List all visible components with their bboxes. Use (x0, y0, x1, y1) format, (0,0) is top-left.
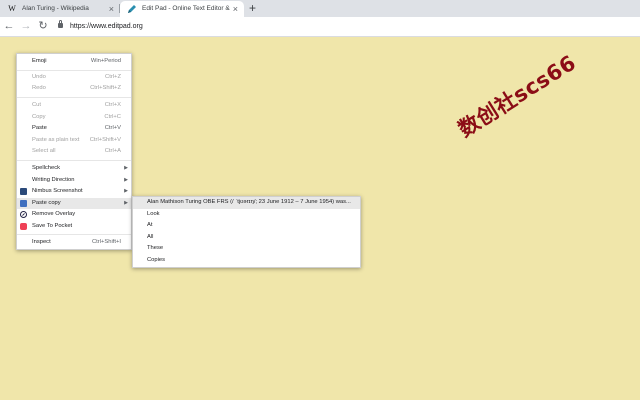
address-bar[interactable]: https://www.editpad.org (70, 19, 143, 34)
pocket-icon (20, 222, 27, 230)
menu-item-paste-plain-text[interactable]: Paste as plain text Ctrl+Shift+V (17, 135, 131, 146)
tab-alan-turing-wikipedia[interactable]: W Alan Turing - Wikipedia × (0, 1, 120, 17)
menu-item-undo[interactable]: Undo Ctrl+Z (17, 72, 131, 83)
submenu-item-label: These (147, 245, 164, 252)
submenu-item-label: Alan Mathison Turing OBE FRS (/ ˈtjʊərɪŋ… (147, 199, 351, 205)
paste-copy-submenu: Alan Mathison Turing OBE FRS (/ ˈtjʊərɪŋ… (132, 196, 361, 268)
submenu-arrow-icon: ▶ (124, 199, 128, 206)
menu-item-shortcut: Ctrl+X (104, 102, 121, 108)
menu-item-shortcut: Ctrl+A (104, 148, 121, 154)
menu-item-label: Nimbus Screenshot (32, 188, 83, 194)
menu-item-shortcut: Win+Period (90, 58, 121, 64)
submenu-item-all[interactable]: All (133, 232, 360, 244)
menu-item-label: Redo (32, 85, 46, 91)
submenu-item-label: At (147, 222, 153, 229)
menu-item-shortcut: Ctrl+Shift+I (92, 239, 121, 245)
context-menu: Emoji Win+Period Undo Ctrl+Z Redo Ctrl+S… (16, 53, 132, 250)
new-tab-button[interactable]: + (249, 1, 256, 16)
back-button[interactable]: ← (2, 18, 16, 35)
menu-item-label: Save To Pocket (32, 222, 73, 229)
menu-item-shortcut: Ctrl+V (104, 125, 121, 131)
menu-separator (17, 97, 131, 98)
menu-item-redo[interactable]: Redo Ctrl+Shift+Z (17, 83, 131, 94)
menu-item-label: Inspect (32, 239, 51, 245)
submenu-arrow-icon: ▶ (124, 176, 128, 183)
menu-item-label: Select all (32, 148, 56, 154)
tab-title: Edit Pad - Online Text Editor & No (142, 5, 230, 12)
menu-item-label: Paste copy (32, 199, 61, 206)
tab-title: Alan Turing - Wikipedia (22, 5, 89, 12)
submenu-arrow-icon: ▶ (124, 165, 128, 171)
submenu-item-label: Copies (147, 257, 166, 263)
close-tab-icon[interactable]: × (233, 1, 238, 17)
menu-item-label: Paste (32, 125, 47, 131)
menu-item-label: Copy (32, 113, 46, 120)
menu-item-spellcheck[interactable]: Spellcheck ▶ (17, 163, 131, 174)
menu-item-label: Undo (32, 74, 46, 80)
menu-item-paste-copy[interactable]: Paste copy ▶ (17, 197, 131, 209)
watermark: 数创社scs66 (454, 50, 581, 142)
menu-item-shortcut: Ctrl+Shift+V (89, 136, 121, 143)
remove-overlay-icon (20, 211, 27, 218)
menu-separator (17, 234, 131, 235)
wikipedia-icon: W (8, 4, 16, 13)
close-tab-icon[interactable]: × (109, 1, 114, 17)
menu-item-shortcut: Ctrl+Shift+Z (90, 85, 121, 91)
reload-button[interactable]: ↻ (36, 18, 50, 35)
menu-separator (17, 70, 131, 71)
menu-item-nimbus-screenshot[interactable]: Nimbus Screenshot ▶ (17, 186, 131, 197)
menu-separator (17, 160, 131, 161)
menu-item-label: Spellcheck (32, 165, 61, 171)
menu-item-inspect[interactable]: Inspect Ctrl+Shift+I (17, 237, 131, 248)
menu-item-cut[interactable]: Cut Ctrl+X (17, 100, 131, 111)
forward-button[interactable]: → (19, 18, 33, 35)
menu-item-shortcut: Ctrl+Z (105, 74, 121, 80)
menu-item-label: Paste as plain text (32, 136, 80, 143)
paste-copy-icon (20, 199, 27, 207)
menu-item-label: Remove Overlay (32, 211, 76, 217)
menu-item-label: Writing Direction (32, 176, 75, 183)
submenu-item-label: Look (147, 210, 160, 217)
submenu-item-these[interactable]: These (133, 243, 360, 255)
menu-item-label: Emoji (32, 58, 47, 64)
menu-item-remove-overlay[interactable]: Remove Overlay (17, 209, 131, 220)
submenu-item-at[interactable]: At (133, 220, 360, 232)
lock-icon[interactable] (58, 20, 63, 28)
submenu-item-turing-text[interactable]: Alan Mathison Turing OBE FRS (/ ˈtjʊərɪŋ… (133, 197, 360, 209)
menu-item-save-to-pocket[interactable]: Save To Pocket (17, 221, 131, 232)
editpad-icon (127, 4, 137, 14)
submenu-item-label: All (147, 233, 154, 240)
browser-toolbar: ← → ↻ https://www.editpad.org (0, 17, 640, 37)
menu-item-writing-direction[interactable]: Writing Direction ▶ (17, 175, 131, 186)
submenu-arrow-icon: ▶ (124, 188, 128, 194)
menu-item-shortcut: Ctrl+C (104, 113, 121, 120)
tab-strip: W Alan Turing - Wikipedia × Edit Pad - O… (0, 0, 640, 17)
menu-item-select-all[interactable]: Select all Ctrl+A (17, 146, 131, 157)
submenu-item-copies[interactable]: Copies (133, 255, 360, 267)
submenu-item-look[interactable]: Look (133, 209, 360, 221)
menu-item-paste[interactable]: Paste Ctrl+V (17, 123, 131, 134)
menu-item-label: Cut (32, 102, 42, 108)
nimbus-screenshot-icon (20, 188, 27, 195)
menu-item-copy[interactable]: Copy Ctrl+C (17, 112, 131, 123)
menu-item-emoji[interactable]: Emoji Win+Period (17, 56, 131, 67)
tab-edit-pad[interactable]: Edit Pad - Online Text Editor & No × (120, 1, 244, 17)
